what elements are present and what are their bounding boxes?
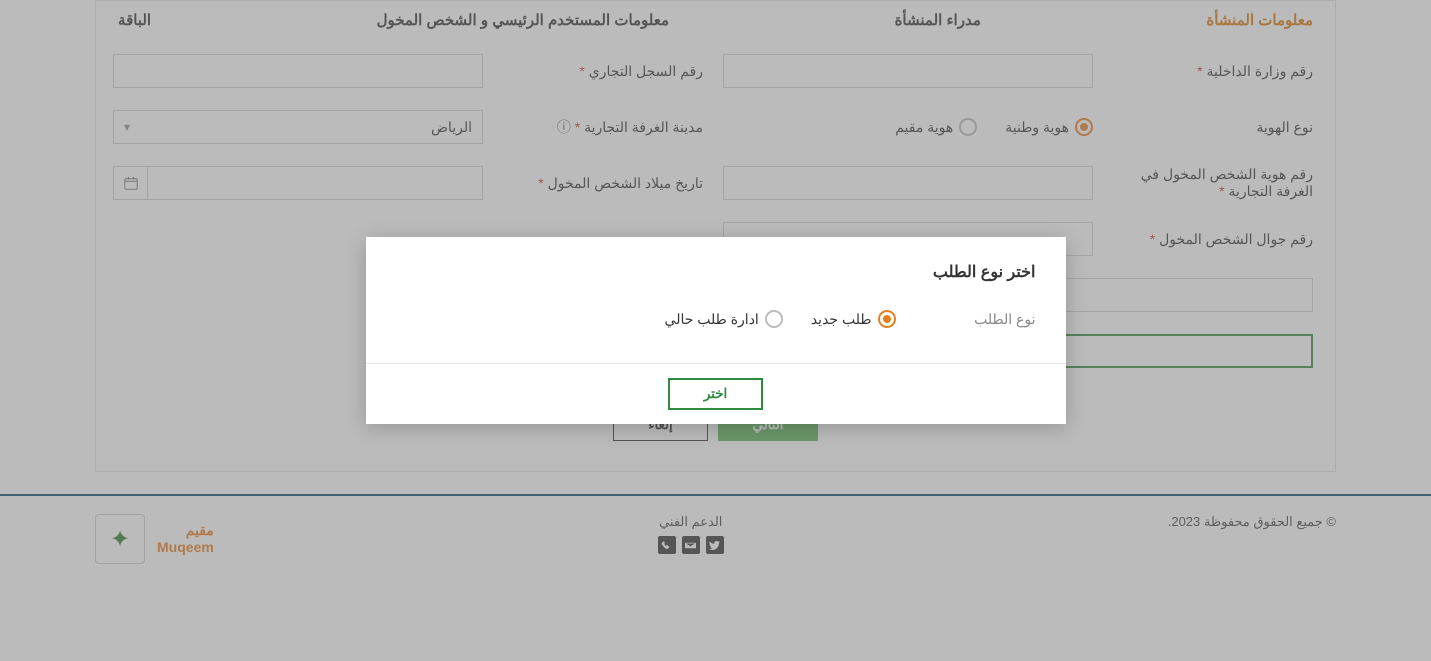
radio-dot-icon <box>765 310 783 328</box>
modal-overlay: اختر نوع الطلب نوع الطلب طلب جديد ادارة … <box>0 0 1431 661</box>
radio-manage-request[interactable]: ادارة طلب حالي <box>665 310 783 328</box>
modal-radio-group: طلب جديد ادارة طلب حالي <box>665 310 896 328</box>
modal-request-type: اختر نوع الطلب نوع الطلب طلب جديد ادارة … <box>366 237 1066 424</box>
radio-new-request[interactable]: طلب جديد <box>811 310 896 328</box>
modal-title: اختر نوع الطلب <box>396 262 1036 282</box>
choose-button[interactable]: اختر <box>668 378 763 410</box>
modal-label-request-type: نوع الطلب <box>936 311 1036 328</box>
radio-dot-icon <box>878 310 896 328</box>
